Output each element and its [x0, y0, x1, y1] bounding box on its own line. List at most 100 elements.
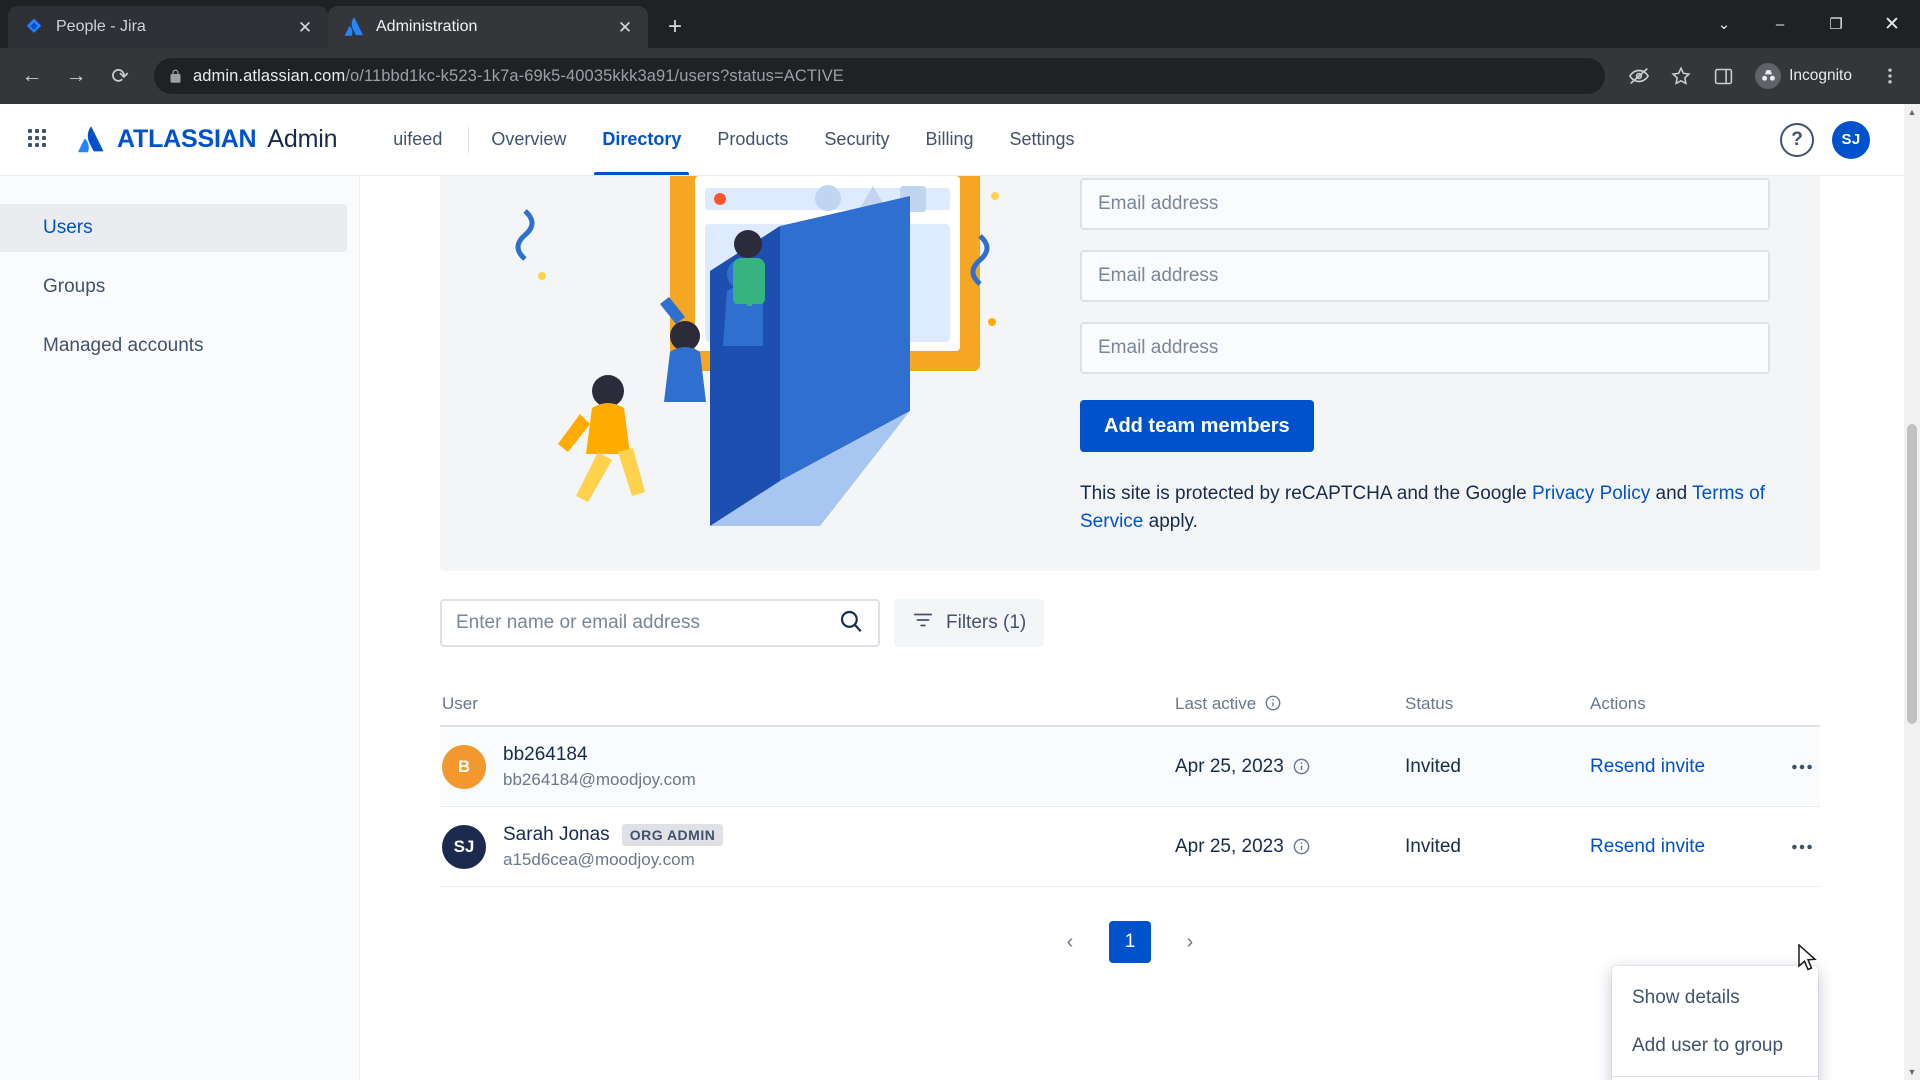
more-actions-icon[interactable]	[1784, 749, 1820, 785]
recaptcha-text-mid: and	[1650, 483, 1693, 504]
column-header-last-active: Last active	[1175, 694, 1405, 714]
actions-cell: Resend invite	[1590, 749, 1820, 785]
scrollbar-thumb[interactable]	[1907, 424, 1917, 724]
nav-item-billing[interactable]: Billing	[907, 104, 991, 175]
recaptcha-text-prefix: This site is protected by reCAPTCHA and …	[1080, 483, 1532, 504]
browser-tab-administration[interactable]: Administration ✕	[328, 6, 648, 48]
kebab-menu-icon[interactable]	[1872, 58, 1908, 94]
new-tab-button[interactable]: +	[658, 10, 692, 44]
chevron-down-icon[interactable]: ⌄	[1696, 0, 1752, 48]
sidebar-item-groups[interactable]: Groups	[0, 263, 347, 311]
invite-team-panel: Add team members This site is protected …	[440, 176, 1820, 572]
column-header-last-active-label: Last active	[1175, 694, 1257, 714]
page-scrollbar[interactable]: ▲ ▼	[1904, 104, 1920, 1080]
close-icon[interactable]: ✕	[614, 16, 636, 38]
atlassian-icon	[344, 17, 364, 37]
search-input-wrapper[interactable]	[440, 599, 880, 648]
row-actions-dropdown: Show details Add user to group Suspend a…	[1612, 966, 1818, 1080]
back-icon[interactable]: ←	[12, 56, 52, 96]
tab-title: Administration	[376, 18, 478, 35]
column-header-user: User	[442, 694, 478, 714]
brand-logo-area[interactable]: ATLASSIAN Admin	[76, 125, 337, 154]
invite-form: Add team members This site is protected …	[1080, 176, 1830, 535]
user-cell: SJ Sarah Jonas ORG ADMIN a15d6cea@moodjo…	[440, 823, 1175, 870]
search-input[interactable]	[456, 612, 838, 635]
maximize-button[interactable]: ❐	[1808, 0, 1864, 48]
close-icon[interactable]: ✕	[294, 16, 316, 38]
resend-invite-link[interactable]: Resend invite	[1590, 836, 1705, 858]
side-panel-icon[interactable]	[1705, 58, 1741, 94]
mouse-cursor	[1797, 943, 1819, 979]
email-field-1[interactable]	[1080, 178, 1770, 230]
info-icon[interactable]	[1264, 694, 1284, 714]
address-bar[interactable]: admin.atlassian.com/o/11bbd1kc-k523-1k7a…	[154, 58, 1606, 94]
browser-window: People - Jira ✕ Administration ✕ + ⌄ – ❐…	[0, 0, 1920, 1080]
info-icon[interactable]	[1292, 837, 1312, 857]
atlassian-logo-icon	[76, 126, 106, 154]
privacy-policy-link[interactable]: Privacy Policy	[1532, 483, 1650, 504]
filters-button[interactable]: Filters (1)	[894, 599, 1045, 648]
user-name: bb264184	[503, 743, 588, 765]
app-header-actions: ? SJ	[1780, 120, 1876, 159]
nav-item-products[interactable]: Products	[699, 104, 806, 175]
nav-item-security[interactable]: Security	[806, 104, 907, 175]
resend-invite-link[interactable]: Resend invite	[1590, 756, 1705, 778]
help-icon[interactable]: ?	[1780, 122, 1814, 157]
user-cell: B bb264184 bb264184@moodjoy.com	[440, 744, 1175, 790]
page-viewport: ATLASSIAN Admin uifeed Overview Director…	[0, 104, 1920, 1080]
star-icon[interactable]	[1663, 58, 1699, 94]
filters-label: Filters (1)	[946, 612, 1027, 634]
lock-icon	[168, 69, 183, 84]
tab-title: People - Jira	[56, 18, 146, 35]
avatar[interactable]: SJ	[1832, 120, 1870, 159]
app-switcher-icon[interactable]	[28, 128, 50, 151]
close-window-button[interactable]: ✕	[1864, 0, 1920, 48]
tab-strip: People - Jira ✕ Administration ✕ + ⌄ – ❐…	[0, 0, 1920, 48]
last-active-cell: Apr 25, 2023	[1175, 756, 1405, 778]
users-table: User Last active Status Actions B bb2641…	[440, 683, 1820, 888]
pagination-next-icon[interactable]: ›	[1173, 925, 1207, 959]
actions-cell: Resend invite	[1590, 829, 1820, 865]
menu-item-show-details[interactable]: Show details	[1612, 974, 1818, 1022]
user-email: a15d6cea@moodjoy.com	[503, 849, 695, 869]
table-row[interactable]: B bb264184 bb264184@moodjoy.com Apr 25, …	[440, 727, 1820, 808]
nav-divider	[468, 126, 470, 153]
nav-item-settings[interactable]: Settings	[991, 104, 1092, 175]
app-header: ATLASSIAN Admin uifeed Overview Director…	[0, 104, 1904, 176]
last-active-cell: Apr 25, 2023	[1175, 836, 1405, 858]
email-field-2[interactable]	[1080, 250, 1770, 302]
more-actions-icon[interactable]	[1784, 829, 1820, 865]
nav-item-directory[interactable]: Directory	[584, 104, 699, 175]
org-name[interactable]: uifeed	[371, 129, 464, 150]
avatar: SJ	[442, 824, 486, 869]
scroll-up-icon[interactable]: ▲	[1904, 104, 1920, 120]
email-field-3[interactable]	[1080, 322, 1770, 374]
primary-nav: uifeed Overview Directory Products Secur…	[371, 104, 1092, 175]
main-content: Add team members This site is protected …	[360, 176, 1904, 1080]
avatar: B	[442, 744, 486, 789]
atlassian-admin-app: ATLASSIAN Admin uifeed Overview Director…	[0, 104, 1904, 1080]
brand-product: Admin	[267, 125, 338, 153]
minimize-button[interactable]: –	[1752, 0, 1808, 48]
eye-off-icon[interactable]	[1621, 58, 1657, 94]
scroll-down-icon[interactable]: ▼	[1904, 1064, 1920, 1080]
info-icon[interactable]	[1292, 757, 1312, 777]
pagination-prev-icon[interactable]: ‹	[1053, 925, 1087, 959]
table-row[interactable]: SJ Sarah Jonas ORG ADMIN a15d6cea@moodjo…	[440, 807, 1820, 888]
sidebar-item-managed-accounts[interactable]: Managed accounts	[0, 322, 347, 370]
pagination-page-1[interactable]: 1	[1109, 921, 1151, 964]
pagination: ‹ 1 ›	[440, 921, 1820, 964]
search-icon[interactable]	[838, 608, 864, 639]
browser-tab-people-jira[interactable]: People - Jira ✕	[8, 6, 328, 48]
sidebar-item-users[interactable]: Users	[0, 204, 347, 252]
app-body: Users Groups Managed accounts Email addr…	[0, 176, 1904, 1080]
nav-item-overview[interactable]: Overview	[473, 104, 584, 175]
add-team-members-button[interactable]: Add team members	[1080, 400, 1314, 452]
last-active-value: Apr 25, 2023	[1175, 835, 1284, 857]
profile-label: Incognito	[1789, 67, 1852, 84]
menu-item-add-user-to-group[interactable]: Add user to group	[1612, 1022, 1818, 1070]
profile-incognito-button[interactable]: Incognito	[1749, 59, 1866, 93]
forward-icon[interactable]: →	[56, 56, 96, 96]
reload-icon[interactable]: ⟳	[100, 56, 140, 96]
url-text: admin.atlassian.com/o/11bbd1kc-k523-1k7a…	[193, 67, 844, 86]
